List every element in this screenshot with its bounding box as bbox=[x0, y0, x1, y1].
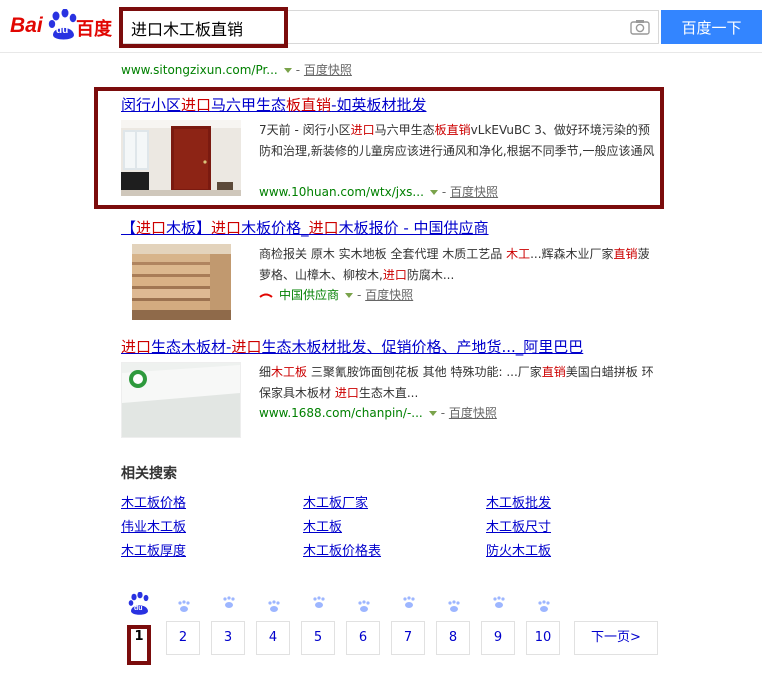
result4-cache-link[interactable]: 百度快照 bbox=[449, 406, 497, 420]
related-link[interactable]: 防火木工板 bbox=[486, 540, 551, 559]
current-page-paw-icon: du bbox=[128, 591, 150, 616]
result3-thumbnail[interactable] bbox=[132, 244, 231, 320]
result2-url[interactable]: www.10huan.com/wtx/jxs... bbox=[259, 185, 424, 199]
header-divider bbox=[0, 52, 762, 53]
result3-source-line: 中国供应商 - 百度快照 bbox=[259, 286, 413, 303]
camera-icon[interactable] bbox=[630, 19, 650, 35]
page-link[interactable]: 9 bbox=[481, 621, 515, 655]
related-link[interactable]: 木工板厚度 bbox=[121, 540, 186, 559]
result4-description: 细木工板 三聚氰胺饰面刨花板 其他 特殊功能: ...厂家直销美国白蜡拼板 环保… bbox=[259, 365, 654, 400]
result1-url[interactable]: www.sitongzixun.com/Pr... bbox=[121, 63, 278, 77]
supplier-logo-icon bbox=[259, 293, 273, 298]
related-link[interactable]: 木工板价格表 bbox=[303, 540, 381, 559]
result3-source[interactable]: 中国供应商 bbox=[279, 288, 339, 302]
paw-icon bbox=[358, 600, 370, 612]
dropdown-arrow-icon[interactable] bbox=[283, 68, 292, 73]
result2-url-line: www.10huan.com/wtx/jxs... - 百度快照 bbox=[259, 185, 499, 199]
paw-du-text: du bbox=[134, 605, 143, 612]
logo-text-du: du bbox=[56, 25, 69, 36]
paw-icon bbox=[223, 596, 235, 608]
dropdown-arrow-icon[interactable] bbox=[429, 190, 438, 195]
result3-cache-link[interactable]: 百度快照 bbox=[365, 288, 413, 302]
logo-text-bai: Bai bbox=[10, 14, 43, 37]
paw-icon bbox=[313, 596, 325, 608]
page-link[interactable]: 6 bbox=[346, 621, 380, 655]
paw-icon bbox=[538, 600, 550, 612]
paw-icon bbox=[403, 596, 415, 608]
baidu-logo[interactable]: Bai du 百度 bbox=[10, 9, 112, 43]
dropdown-arrow-icon[interactable] bbox=[345, 293, 354, 298]
paw-icon bbox=[268, 600, 280, 612]
search-button[interactable]: 百度一下 bbox=[661, 10, 762, 44]
page-link[interactable]: 8 bbox=[436, 621, 470, 655]
page-link[interactable]: 7 bbox=[391, 621, 425, 655]
next-page-button[interactable]: 下一页> bbox=[574, 621, 658, 655]
result4-title[interactable]: 进口生态木板材-进口生态木板材批发、促销价格、产地货..._阿里巴巴 bbox=[121, 336, 583, 357]
related-link[interactable]: 木工板批发 bbox=[486, 492, 551, 511]
page-link[interactable]: 10 bbox=[526, 621, 560, 655]
related-link[interactable]: 木工板 bbox=[303, 516, 342, 535]
related-link[interactable]: 木工板价格 bbox=[121, 492, 186, 511]
page-link[interactable]: 3 bbox=[211, 621, 245, 655]
paw-icon bbox=[493, 596, 505, 608]
related-searches-title: 相关搜索 bbox=[121, 466, 177, 482]
result4-thumbnail[interactable] bbox=[121, 362, 241, 438]
current-page-highlight-box bbox=[127, 625, 151, 665]
page-link[interactable]: 4 bbox=[256, 621, 290, 655]
related-link[interactable]: 木工板厂家 bbox=[303, 492, 368, 511]
page-link[interactable]: 2 bbox=[166, 621, 200, 655]
logo-text-cn: 百度 bbox=[76, 19, 112, 40]
result2-thumbnail[interactable] bbox=[121, 120, 241, 196]
result4-url[interactable]: www.1688.com/chanpin/-... bbox=[259, 406, 423, 420]
paw-icon bbox=[178, 600, 190, 612]
dropdown-arrow-icon[interactable] bbox=[428, 411, 437, 416]
related-link[interactable]: 伟业木工板 bbox=[121, 516, 186, 535]
result3-title[interactable]: 【进口木板】进口木板价格_进口木板报价 - 中国供应商 bbox=[121, 217, 489, 238]
result4-url-line: www.1688.com/chanpin/-... - 百度快照 bbox=[259, 406, 497, 420]
related-link[interactable]: 木工板尺寸 bbox=[486, 516, 551, 535]
result3-description: 商检报关 原木 实木地板 全套代理 木质工艺品 木工...辉森木业厂家直销菠萝格… bbox=[259, 247, 650, 282]
page-link[interactable]: 5 bbox=[301, 621, 335, 655]
search-highlight-box bbox=[119, 7, 288, 48]
result1-cache-link[interactable]: 百度快照 bbox=[304, 63, 352, 77]
result2-cache-link[interactable]: 百度快照 bbox=[450, 185, 498, 199]
result2-title[interactable]: 闵行小区进口马六甲生态板直销-如英板材批发 bbox=[121, 94, 426, 115]
paw-icon bbox=[448, 600, 460, 612]
result2-description: 7天前 - 闵行小区进口马六甲生态板直销vLkEVuBC 3、做好环境污染的预防… bbox=[259, 123, 655, 158]
result1-url-line: www.sitongzixun.com/Pr... - 百度快照 bbox=[121, 63, 352, 77]
